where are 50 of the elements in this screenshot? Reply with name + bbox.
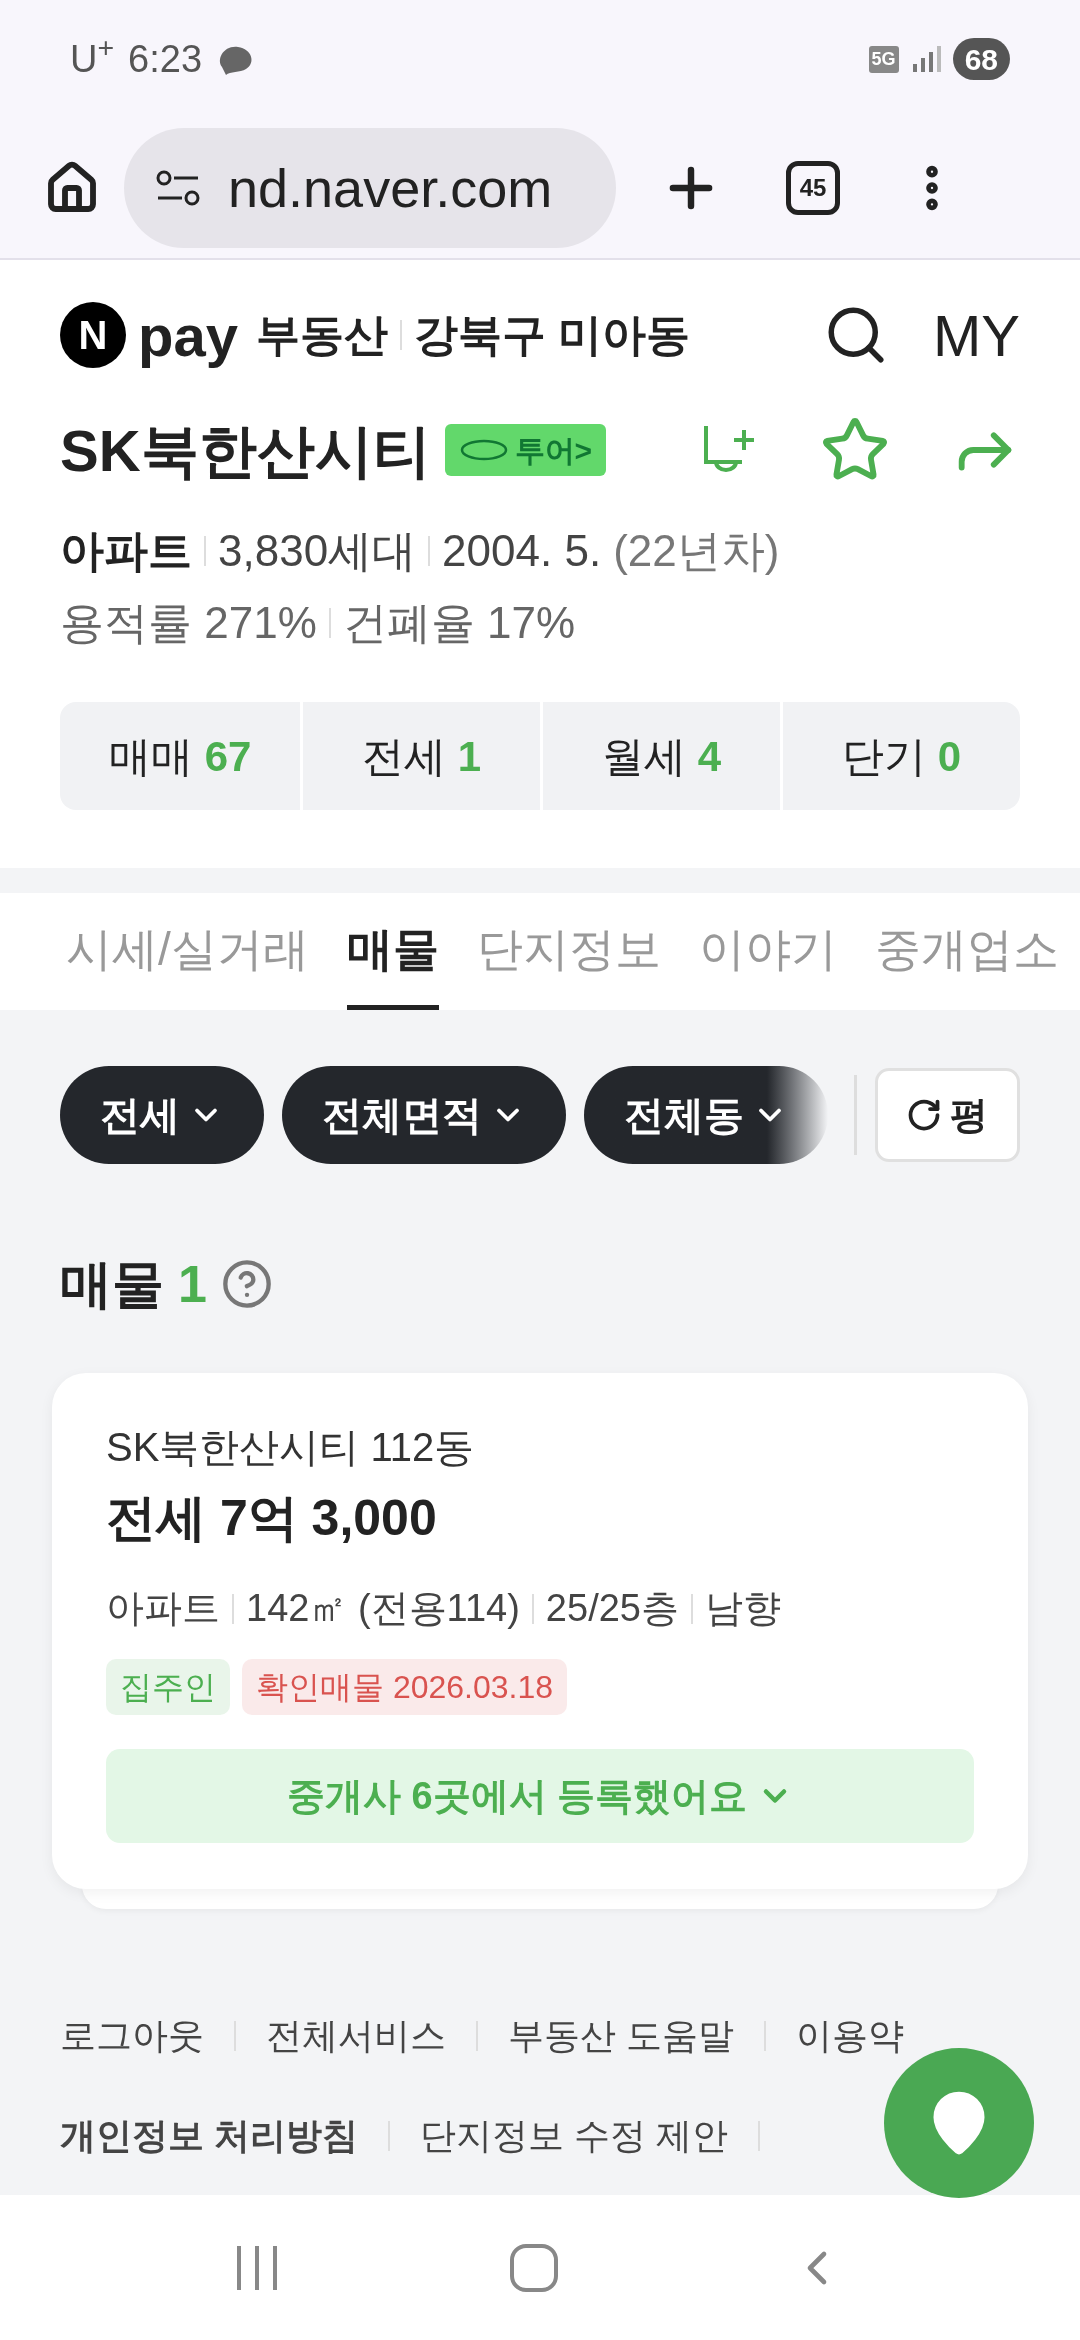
my-button[interactable]: MY <box>933 291 1020 379</box>
section-tab[interactable]: 매물 <box>346 893 439 1010</box>
carrier-label: U$^{+}$ <box>70 30 115 82</box>
deal-count-button[interactable]: 매매 67 <box>60 702 300 810</box>
brand-name: pay <box>138 301 238 370</box>
network-label: 5G <box>868 45 899 73</box>
household-count: 3,830세대 <box>218 525 417 577</box>
listing-price: 전세 7억 3,000 <box>106 1489 438 1548</box>
footer-link[interactable]: 개인정보 처리방침 <box>60 2109 358 2163</box>
listing-detail: 142㎡ (전용114) <box>246 1586 520 1631</box>
signal-icon <box>910 44 941 74</box>
footer-link[interactable]: 부동산 도움말 <box>508 2009 734 2063</box>
coverage-ratio: 건폐율 17% <box>342 597 576 649</box>
filter-chip[interactable]: 전체면적 <box>282 1066 566 1164</box>
listings-count: 1 <box>178 1254 207 1315</box>
listing-card[interactable]: SK북한산시티 112동 전세 7억 3,000 아파트 142㎡ (전용114) 25/25층 남향 집주인 확인매물 2026.03.18 중개사 6곳에서 등록했어요 <box>52 1373 1028 1889</box>
built-date: 2004. 5. <box>442 525 602 577</box>
footer-link[interactable]: 이용약 <box>796 2009 904 2063</box>
tab-count-button[interactable]: 45 <box>786 161 840 215</box>
site-settings-icon[interactable] <box>154 168 202 208</box>
clock: 6:23 <box>128 36 203 82</box>
logo-icon[interactable]: N <box>60 302 126 368</box>
help-icon[interactable] <box>220 1258 273 1310</box>
filter-chip[interactable]: 전세 <box>60 1066 264 1164</box>
filter-chip[interactable]: 전체동 <box>584 1066 828 1164</box>
url-text: nd.naver.com <box>228 156 553 220</box>
complex-name: SK북한산시티 <box>60 416 431 485</box>
address-bar[interactable]: nd.naver.com <box>124 128 616 248</box>
listing-detail: 25/25층 <box>545 1586 679 1631</box>
deal-count-button[interactable]: 전세 1 <box>300 702 540 810</box>
battery-indicator: 68 <box>952 38 1010 80</box>
building-age: (22년차) <box>613 525 780 577</box>
listing-detail: 남향 <box>704 1586 781 1631</box>
location-title[interactable]: 강북구 미아동 <box>413 302 691 368</box>
footer-link[interactable]: 전체서비스 <box>266 2009 446 2063</box>
deal-count-button[interactable]: 단기 0 <box>780 702 1020 810</box>
footer-link[interactable]: 단지정보 수정 제안 <box>420 2109 729 2163</box>
listing-tag: 집주인 <box>106 1659 230 1715</box>
recent-apps-button[interactable] <box>235 2243 279 2292</box>
floor-area-ratio: 용적률 271% <box>60 597 317 649</box>
listing-tag: 확인매물 2026.03.18 <box>242 1659 568 1715</box>
building-name: SK북한산시티 112동 <box>106 1424 476 1471</box>
footer-link[interactable]: 로그아웃 <box>60 2009 204 2063</box>
listings-title: 매물 <box>60 1254 164 1315</box>
property-type: 아파트 <box>60 525 192 577</box>
unit-toggle-button[interactable]: 평 <box>875 1068 1020 1162</box>
deal-count-button[interactable]: 월세 4 <box>540 702 780 810</box>
listing-detail: 아파트 <box>106 1586 220 1631</box>
service-name: 부동산 <box>255 309 388 361</box>
home-nav-button[interactable] <box>509 2242 559 2293</box>
